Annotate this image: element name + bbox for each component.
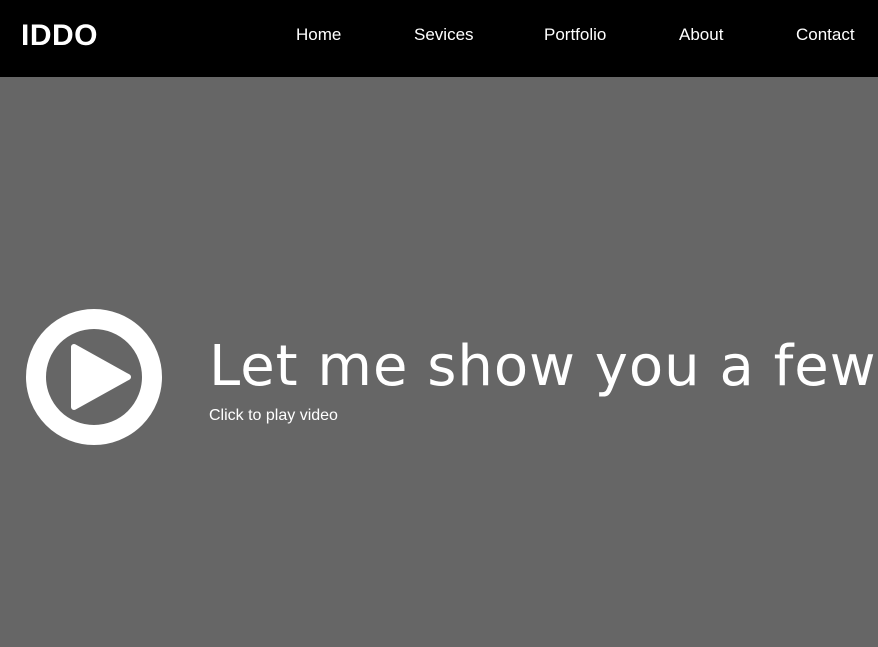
play-video-link[interactable]: Click to play video [209,406,338,426]
top-navbar: IDDO Home Sevices Portfolio About Contac… [0,0,878,77]
hero-section: Let me show you a few th Click to play v… [0,77,878,647]
site-logo[interactable]: IDDO [21,18,98,54]
play-video-button[interactable] [26,309,162,445]
play-circle-icon [26,309,162,445]
nav-link-portfolio[interactable]: Portfolio [544,25,606,45]
nav-link-home[interactable]: Home [296,25,341,45]
nav-link-services[interactable]: Sevices [414,25,474,45]
nav-link-contact[interactable]: Contact [796,25,855,45]
nav-link-about[interactable]: About [679,25,723,45]
hero-headline: Let me show you a few th [209,334,878,399]
